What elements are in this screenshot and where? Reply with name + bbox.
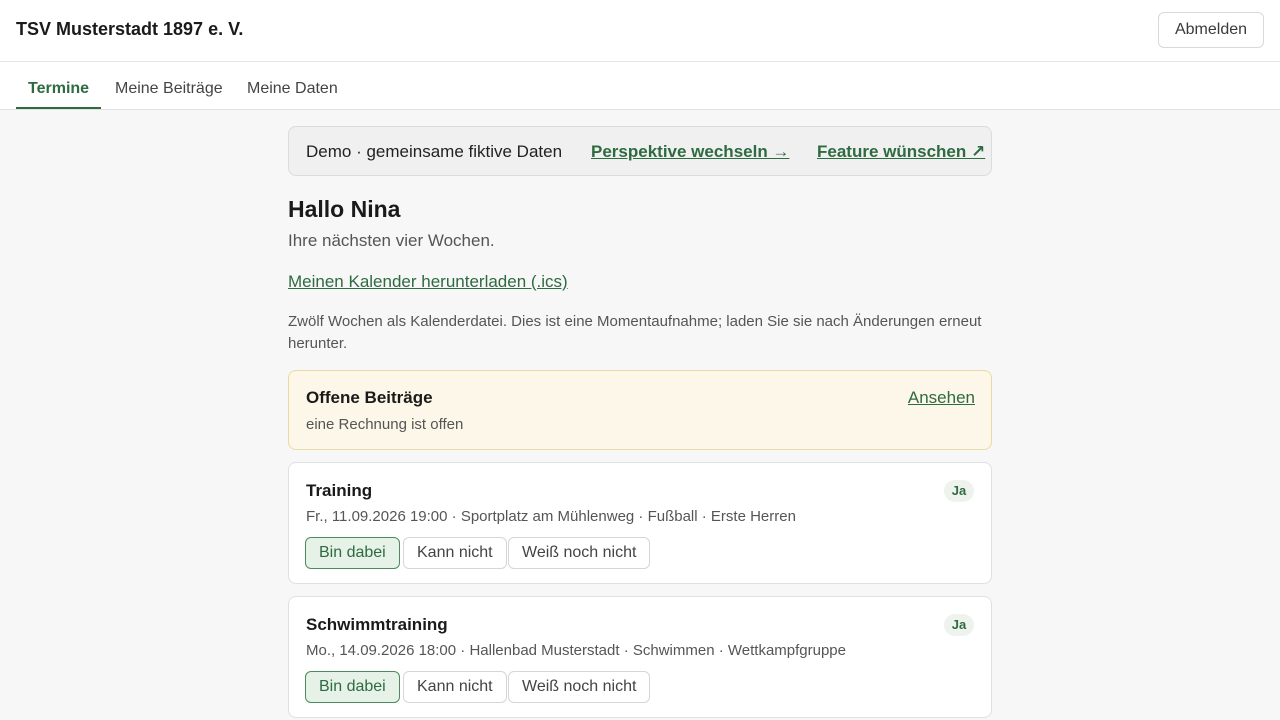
page-title: Hallo Nina [288,196,401,222]
page-subtitle: Ihre nächsten vier Wochen. [288,231,495,250]
switch-perspective-link[interactable]: Perspektive wechseln → [591,142,789,162]
event-card: Training Fr., 11.09.2026 19:00 · Sportpl… [288,462,992,584]
event-title: Schwimmtraining [306,615,448,634]
rsvp-maybe-button[interactable]: Weiß noch nicht [508,537,651,569]
calendar-note: Zwölf Wochen als Kalenderdatei. Dies ist… [288,313,982,352]
demo-text: Demo · gemeinsame fiktive Daten [306,142,563,161]
logout-button[interactable]: Abmelden [1158,12,1264,48]
event-details: Mo., 14.09.2026 18:00 · Hallenbad Muster… [306,642,846,659]
rsvp-no-button[interactable]: Kann nicht [403,537,507,569]
rsvp-no-button[interactable]: Kann nicht [403,671,507,703]
feature-request-link[interactable]: Feature wünschen ↗ [817,142,985,162]
top-bar: TSV Musterstadt 1897 e. V. Abmelden [0,0,1280,62]
club-name: TSV Musterstadt 1897 e. V. [16,19,244,39]
open-fees-status: eine Rechnung ist offen [306,416,464,433]
tab-meine-daten[interactable]: Meine Daten [235,62,350,109]
event-card: Schwimmtraining Mo., 14.09.2026 18:00 · … [288,596,992,718]
tab-meine-beitraege[interactable]: Meine Beiträge [103,62,235,109]
event-details: Fr., 11.09.2026 19:00 · Sportplatz am Mü… [306,508,796,525]
rsvp-yes-button[interactable]: Bin dabei [305,671,400,703]
open-fees-view-link[interactable]: Ansehen [908,388,975,408]
rsvp-maybe-button[interactable]: Weiß noch nicht [508,671,651,703]
rsvp-yes-button[interactable]: Bin dabei [305,537,400,569]
open-fees-title: Offene Beiträge [306,388,433,407]
tab-termine[interactable]: Termine [16,62,102,109]
demo-banner: Demo · gemeinsame fiktive Daten Perspekt… [288,126,992,176]
event-title: Training [306,481,373,500]
calendar-download-link[interactable]: Meinen Kalender herunterladen (.ics) [288,272,568,292]
rsvp-status-badge: Ja [944,614,974,636]
rsvp-status-badge: Ja [944,480,974,502]
open-fees-card: Offene Beiträge eine Rechnung ist offen … [288,370,992,450]
tab-bar: Termine Meine Beiträge Meine Daten [0,62,1280,110]
